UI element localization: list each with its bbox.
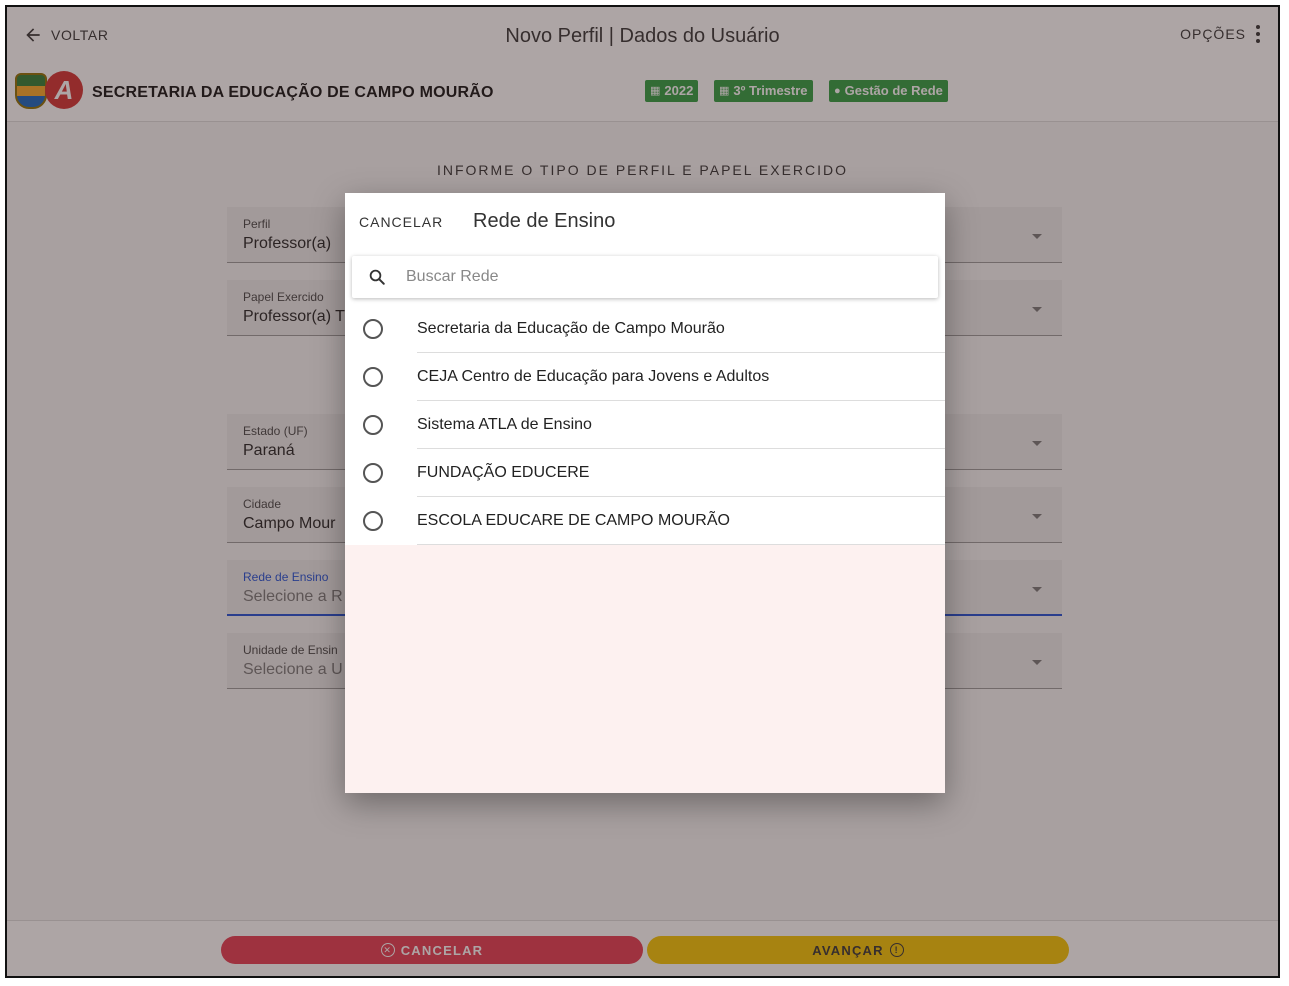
radio-button[interactable] <box>363 415 383 435</box>
option-label: FUNDAÇÃO EDUCERE <box>417 464 590 481</box>
list-item[interactable]: Sistema ATLA de Ensino <box>345 401 945 449</box>
search-box <box>352 256 938 298</box>
modal-header: CANCELAR Rede de Ensino <box>345 193 945 251</box>
search-icon <box>369 269 385 285</box>
divider <box>417 544 945 545</box>
rede-ensino-modal: CANCELAR Rede de Ensino Secretaria da Ed… <box>345 193 945 793</box>
option-label: Secretaria da Educação de Campo Mourão <box>417 320 725 337</box>
options-list: Secretaria da Educação de Campo Mourão C… <box>345 305 945 545</box>
list-item[interactable]: CEJA Centro de Educação para Jovens e Ad… <box>345 353 945 401</box>
radio-button[interactable] <box>363 319 383 339</box>
search-bar <box>345 251 945 305</box>
radio-button[interactable] <box>363 367 383 387</box>
option-label: CEJA Centro de Educação para Jovens e Ad… <box>417 368 770 385</box>
radio-button[interactable] <box>363 511 383 531</box>
modal-title: Rede de Ensino <box>473 210 616 232</box>
list-item[interactable]: ESCOLA EDUCARE DE CAMPO MOURÃO <box>345 497 945 545</box>
app-window: VOLTAR Novo Perfil | Dados do Usuário OP… <box>5 5 1280 978</box>
list-item[interactable]: FUNDAÇÃO EDUCERE <box>345 449 945 497</box>
option-label: Sistema ATLA de Ensino <box>417 416 592 433</box>
radio-button[interactable] <box>363 463 383 483</box>
modal-cancel-button[interactable]: CANCELAR <box>359 214 443 230</box>
search-input[interactable] <box>406 256 926 298</box>
list-item[interactable]: Secretaria da Educação de Campo Mourão <box>345 305 945 353</box>
option-label: ESCOLA EDUCARE DE CAMPO MOURÃO <box>417 512 730 529</box>
